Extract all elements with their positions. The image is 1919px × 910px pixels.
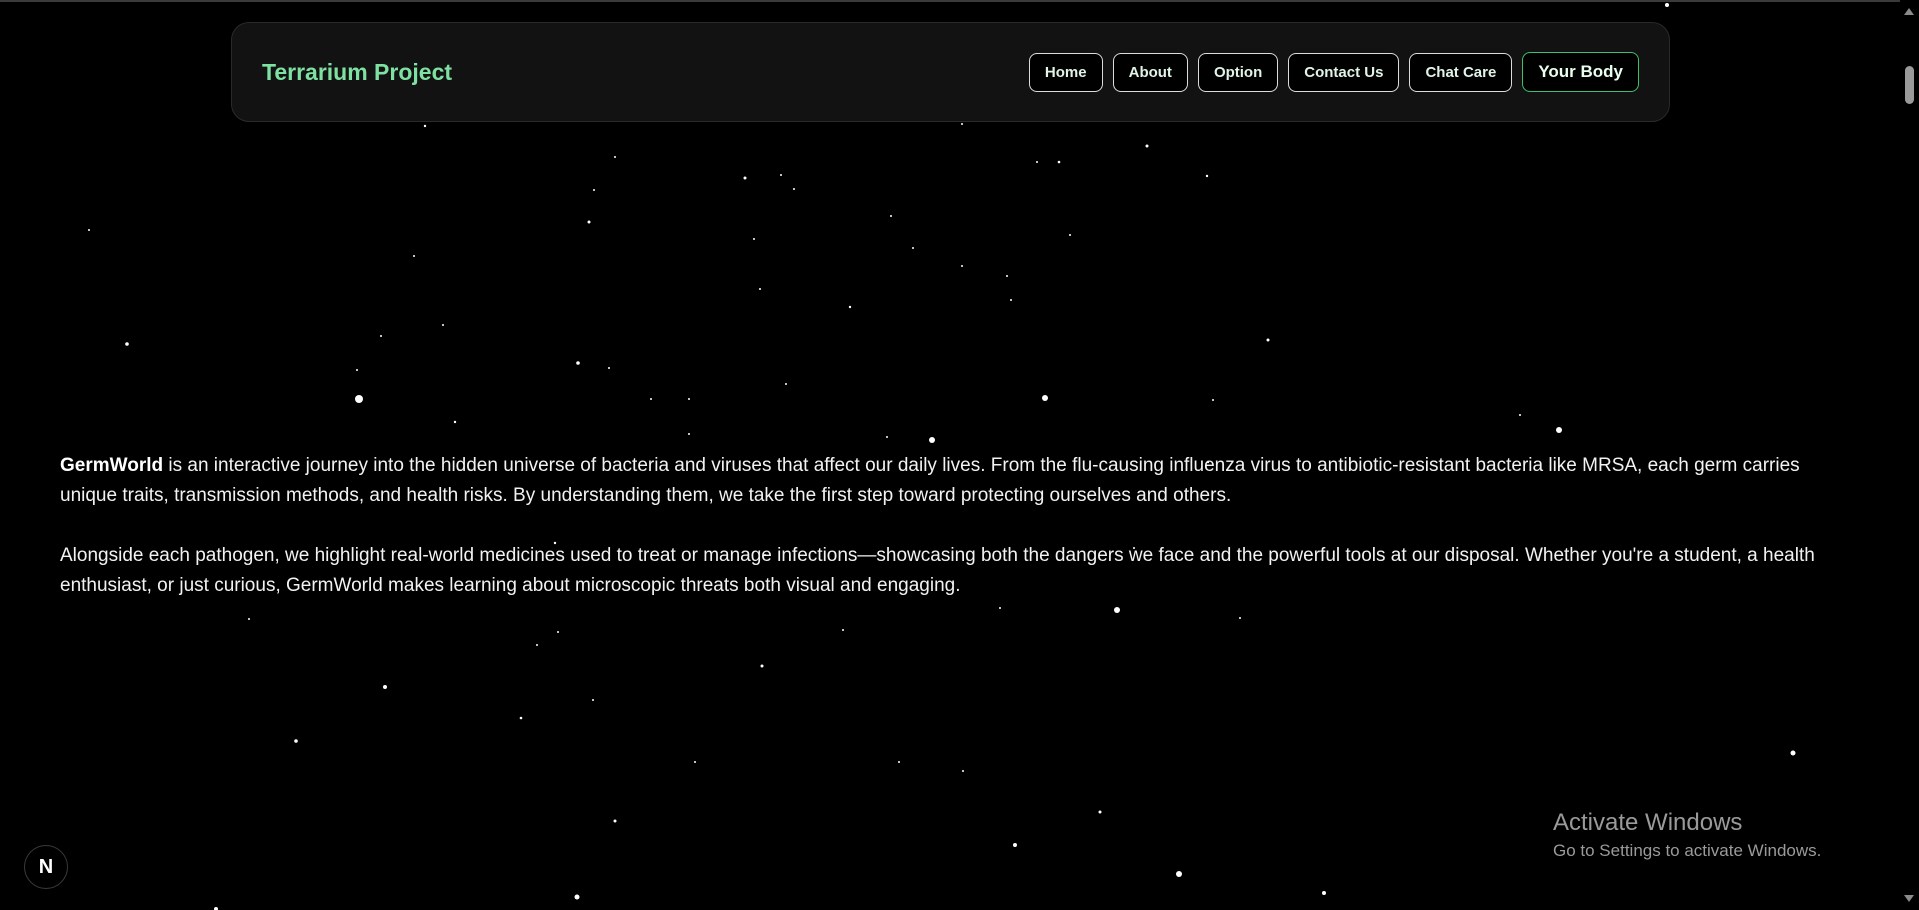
star — [1069, 234, 1071, 236]
watermark-title: Activate Windows — [1553, 809, 1743, 836]
star — [608, 367, 610, 369]
star — [886, 436, 888, 438]
germworld-name: GermWorld — [60, 455, 164, 476]
star — [1205, 174, 1209, 178]
star — [759, 288, 761, 290]
star — [1519, 414, 1521, 416]
star — [88, 229, 90, 231]
star — [929, 437, 935, 443]
star — [614, 156, 616, 158]
nav-your-body-button[interactable]: Your Body — [1522, 52, 1639, 92]
star — [848, 305, 852, 309]
star — [793, 188, 795, 190]
star — [380, 335, 382, 337]
star — [1013, 843, 1017, 847]
star — [890, 215, 892, 217]
star — [355, 395, 363, 403]
star — [423, 124, 427, 128]
star — [413, 255, 415, 257]
star — [753, 238, 755, 240]
star — [743, 176, 747, 180]
nav-about-button[interactable]: About — [1112, 52, 1188, 92]
scrollbar-thumb[interactable] — [1905, 66, 1914, 104]
star — [961, 123, 963, 125]
star — [1322, 891, 1326, 895]
star — [912, 247, 914, 249]
vertical-scrollbar[interactable] — [1900, 0, 1919, 910]
intro-content: GermWorld is an interactive journey into… — [60, 451, 1850, 631]
star — [1010, 299, 1012, 301]
star — [780, 174, 782, 176]
star — [1212, 399, 1214, 401]
star — [587, 220, 591, 224]
intro-paragraph-1: GermWorld is an interactive journey into… — [60, 451, 1850, 511]
star — [125, 342, 129, 346]
brand-title[interactable]: Terrarium Project — [262, 59, 452, 86]
nav-links: Home About Option Contact Us Chat Care Y… — [1028, 52, 1639, 92]
nav-contact-us-button[interactable]: Contact Us — [1288, 52, 1400, 92]
star — [557, 631, 559, 633]
star — [688, 433, 690, 435]
page: Terrarium Project Home About Option Cont… — [0, 0, 1919, 910]
star — [650, 398, 652, 400]
star — [962, 770, 964, 772]
star — [1042, 395, 1048, 401]
star — [1665, 3, 1669, 7]
star — [961, 265, 963, 267]
star — [1266, 338, 1270, 342]
star — [536, 644, 538, 646]
star — [294, 739, 298, 743]
star — [519, 716, 523, 720]
intro-paragraph-1-text: is an interactive journey into the hidde… — [60, 455, 1800, 506]
star — [1790, 750, 1796, 756]
star — [613, 819, 617, 823]
star — [1036, 161, 1038, 163]
star — [574, 894, 580, 900]
star — [593, 189, 595, 191]
intro-paragraph-2: Alongside each pathogen, we highlight re… — [60, 545, 1815, 596]
star — [1006, 275, 1008, 277]
star — [688, 398, 690, 400]
next-dev-indicator-badge[interactable]: N — [24, 845, 68, 889]
scroll-down-arrow-icon[interactable] — [1904, 895, 1914, 902]
star — [442, 324, 444, 326]
star — [694, 761, 696, 763]
star — [356, 369, 358, 371]
nav-chat-care-button[interactable]: Chat Care — [1409, 52, 1513, 92]
star — [1176, 871, 1182, 877]
star — [785, 383, 787, 385]
star — [898, 761, 900, 763]
star — [383, 685, 387, 689]
nav-option-button[interactable]: Option — [1197, 52, 1279, 92]
star — [592, 699, 594, 701]
star — [1098, 810, 1102, 814]
scroll-up-arrow-icon[interactable] — [1904, 8, 1914, 15]
watermark-subtitle: Go to Settings to activate Windows. — [1553, 841, 1822, 860]
star — [576, 361, 580, 365]
star — [1145, 144, 1149, 148]
activate-windows-watermark: Activate Windows Go to Settings to activ… — [1553, 808, 1821, 864]
star — [760, 664, 764, 668]
navbar: Terrarium Project Home About Option Cont… — [231, 22, 1670, 122]
star — [1057, 160, 1061, 164]
nav-home-button[interactable]: Home — [1028, 52, 1103, 92]
star — [1556, 427, 1562, 433]
star — [453, 420, 457, 424]
